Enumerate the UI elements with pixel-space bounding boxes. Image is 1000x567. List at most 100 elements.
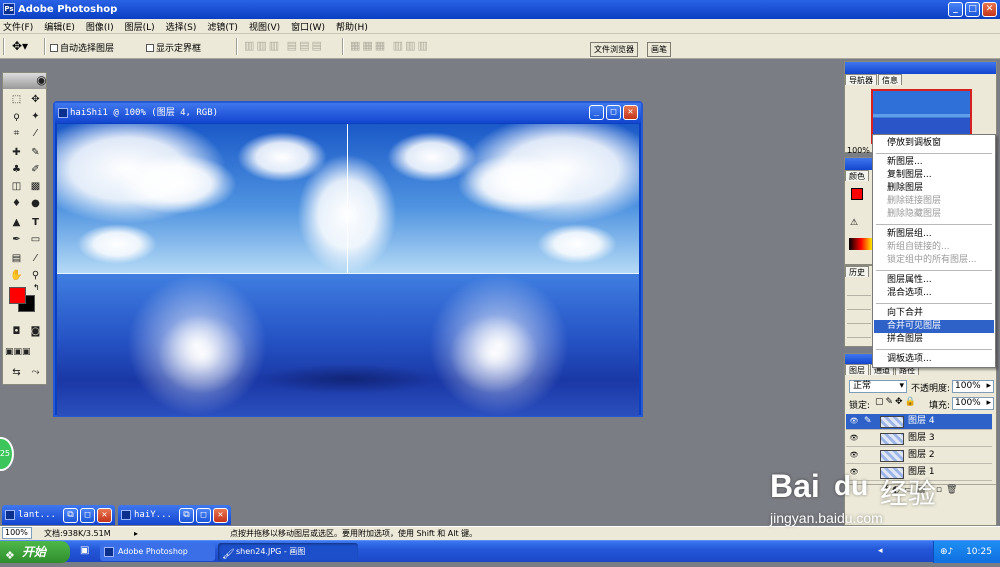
menu-item-dock[interactable]: 停放到调板窗 — [874, 137, 994, 150]
screen-mode-icons[interactable]: ▣▣▣ — [5, 345, 31, 360]
tab-history[interactable]: 历史 — [845, 266, 869, 277]
distribute-icons[interactable]: ▦▦▦ ▥▥▥ — [350, 39, 430, 52]
menu-edit[interactable]: 编辑(E) — [44, 20, 75, 33]
eye-icon[interactable]: 👁 — [849, 434, 859, 443]
menu-image[interactable]: 图像(I) — [86, 20, 114, 33]
blend-mode-select[interactable]: 正常 ▾ — [849, 380, 907, 393]
menu-help[interactable]: 帮助(H) — [336, 20, 368, 33]
healing-brush-icon[interactable]: ✚ — [8, 145, 25, 160]
navigator-zoom[interactable]: 100% — [847, 146, 870, 155]
marquee-tool-icon[interactable]: ⬚ — [8, 92, 25, 107]
hand-tool-icon[interactable]: ✋ — [8, 268, 25, 283]
align-icons[interactable]: ▥▥▥ ▤▤▤ — [244, 39, 324, 52]
color-ramp[interactable] — [849, 238, 873, 250]
history-brush-icon[interactable]: ✐ — [27, 162, 44, 177]
menu-item-layer-properties[interactable]: 图层属性... — [874, 274, 994, 287]
zoom-tool-icon[interactable]: ⚲ — [27, 268, 44, 283]
move-tool-icon[interactable]: ✥▾ — [12, 39, 28, 53]
task-paint[interactable]: 🖌 shen24.JPG - 画图 — [218, 543, 358, 561]
imageready-icon[interactable]: ⇆ — [8, 365, 25, 380]
menu-item-merge-down[interactable]: 向下合并 — [874, 307, 994, 320]
document-window[interactable]: haiShi1 @ 100% (图层 4, RGB) _ □ ✕ — [53, 101, 643, 417]
brush-link-icon[interactable]: ✎ — [864, 416, 872, 426]
opacity-input[interactable]: 100% ▸ — [952, 380, 994, 393]
standard-mode-icon[interactable]: ◘ — [8, 324, 25, 339]
minimized-window-1[interactable]: lant... ⧉ □ ✕ — [2, 505, 115, 525]
status-zoom-input[interactable]: 100% — [2, 527, 32, 539]
stamp-tool-icon[interactable]: ♣ — [8, 162, 25, 177]
notes-tool-icon[interactable]: ▤ — [8, 251, 25, 266]
menu-file[interactable]: 文件(F) — [3, 20, 33, 33]
maximize-button[interactable]: □ — [965, 2, 980, 17]
jump-icon[interactable]: ⤳ — [27, 365, 44, 380]
magic-wand-icon[interactable]: ✦ — [27, 109, 44, 124]
minimized-window-2[interactable]: haiY... ⧉ □ ✕ — [118, 505, 231, 525]
navigator-panel-titlebar[interactable] — [845, 62, 996, 74]
quick-mask-icon[interactable]: ◙ — [27, 324, 44, 339]
task-photoshop[interactable]: Adobe Photoshop — [100, 543, 215, 561]
menu-item-new-group[interactable]: 新图层组... — [874, 228, 994, 241]
menu-filter[interactable]: 滤镜(T) — [207, 20, 238, 33]
restore-button[interactable]: ⧉ — [63, 508, 78, 523]
shape-tool-icon[interactable]: ▭ — [27, 232, 44, 247]
tab-file-browser[interactable]: 文件浏览器 — [590, 42, 638, 57]
doc-close-button[interactable]: ✕ — [623, 105, 638, 120]
pen-tool-icon[interactable]: ✒ — [8, 232, 25, 247]
start-button[interactable]: ❖ 开始 — [0, 541, 70, 563]
gradient-tool-icon[interactable]: ▩ — [27, 179, 44, 194]
close-button[interactable]: ✕ — [97, 508, 112, 523]
slice-tool-icon[interactable]: ⁄ — [27, 126, 44, 141]
tab-brush[interactable]: 画笔 — [647, 42, 671, 57]
show-bounds-checkbox[interactable]: 显示定界框 — [146, 41, 201, 54]
foreground-color-swatch[interactable] — [9, 287, 26, 304]
tab-color[interactable]: 颜色 — [845, 170, 869, 181]
doc-minimize-button[interactable]: _ — [589, 105, 604, 120]
layer-row-3[interactable]: 👁 图层 3 — [846, 431, 992, 447]
tray-icons[interactable]: ⊕♪ — [940, 541, 953, 563]
layer-row-4[interactable]: 👁 ✎ 图层 4 — [846, 414, 992, 430]
layer-row-2[interactable]: 👁 图层 2 — [846, 448, 992, 464]
dodge-tool-icon[interactable]: ● — [27, 196, 44, 211]
eraser-tool-icon[interactable]: ◫ — [8, 179, 25, 194]
menu-item-blending-options[interactable]: 混合选项... — [874, 287, 994, 300]
swap-colors-icon[interactable]: ↰ — [33, 283, 40, 292]
lasso-tool-icon[interactable]: ϙ — [8, 109, 25, 124]
menu-select[interactable]: 选择(S) — [166, 20, 197, 33]
tab-navigator[interactable]: 导航器 — [845, 74, 877, 85]
menu-item-new-layer[interactable]: 新图层... — [874, 156, 994, 169]
move-tool-icon[interactable]: ✥ — [27, 92, 44, 107]
menu-item-duplicate-layer[interactable]: 复制图层... — [874, 169, 994, 182]
status-doc-size[interactable]: 文档:938K/3.51M — [44, 527, 111, 540]
eye-icon[interactable]: 👁 — [849, 451, 859, 460]
menu-item-merge-visible[interactable]: 合并可见图层 — [874, 320, 994, 333]
menu-layer[interactable]: 图层(L) — [125, 20, 155, 33]
history-list[interactable] — [847, 282, 871, 344]
status-arrow-icon[interactable]: ▸ — [134, 527, 138, 540]
image-canvas[interactable] — [57, 124, 639, 416]
menu-view[interactable]: 视图(V) — [249, 20, 280, 33]
eye-icon[interactable]: 👁 — [849, 417, 859, 426]
type-tool-icon[interactable]: T — [27, 215, 44, 230]
menu-item-palette-options[interactable]: 调板选项... — [874, 353, 994, 366]
tab-layers[interactable]: 图层 — [845, 364, 869, 375]
eye-logo-icon[interactable]: ◉ — [33, 73, 50, 88]
menu-item-flatten-image[interactable]: 拼合图层 — [874, 333, 994, 346]
tab-info[interactable]: 信息 — [878, 74, 902, 85]
restore-button[interactable]: ⧉ — [179, 508, 194, 523]
auto-select-checkbox[interactable]: 自动选择图层 — [50, 41, 114, 54]
quicklaunch-icon[interactable]: ▣ — [80, 545, 89, 556]
crop-tool-icon[interactable]: ⌗ — [8, 126, 25, 141]
document-title-bar[interactable]: haiShi1 @ 100% (图层 4, RGB) _ □ ✕ — [55, 103, 641, 123]
close-button[interactable]: ✕ — [213, 508, 228, 523]
maximize-button[interactable]: □ — [80, 508, 95, 523]
eyedropper-tool-icon[interactable]: ⁄ — [27, 251, 44, 266]
doc-maximize-button[interactable]: □ — [606, 105, 621, 120]
maximize-button[interactable]: □ — [196, 508, 211, 523]
tray-expand-icon[interactable]: ◂ — [878, 546, 883, 556]
path-select-icon[interactable]: ▲ — [8, 215, 25, 230]
menu-item-delete-layer[interactable]: 删除图层 — [874, 182, 994, 195]
minimize-button[interactable]: _ — [948, 2, 963, 17]
blur-tool-icon[interactable]: ♦ — [8, 196, 25, 211]
fill-input[interactable]: 100% ▸ — [952, 397, 994, 410]
lock-icons[interactable]: ▢✎✥🔒 — [875, 397, 918, 407]
